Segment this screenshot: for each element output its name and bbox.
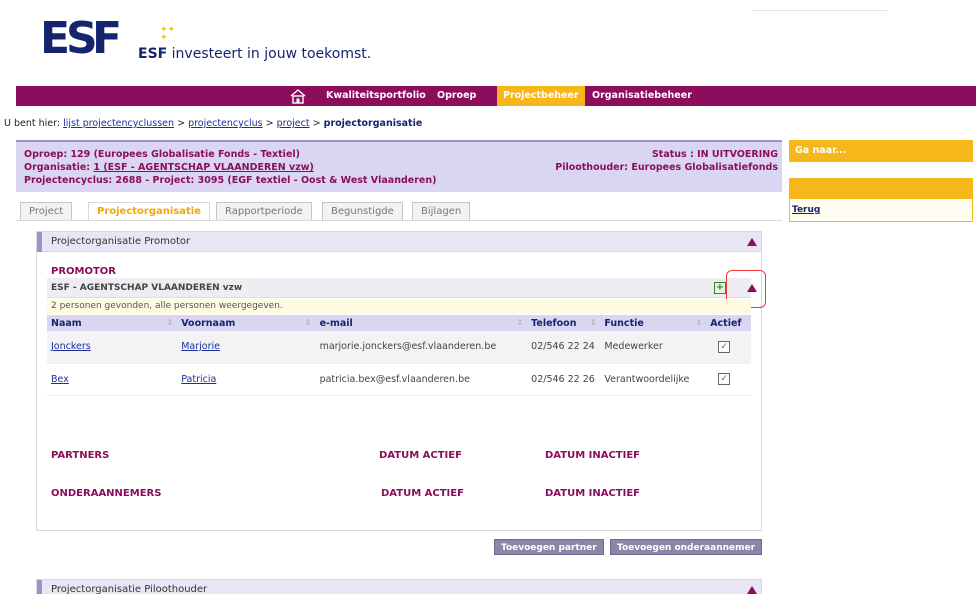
eu-stars-icon: ✦✦ ✦ (160, 25, 176, 43)
person-email: patricia.bex@esf.vlaanderen.be (315, 363, 528, 396)
logo-letter-s: S (66, 13, 98, 64)
organisation-header: ESF - AGENTSCHAP VLAANDEREN vzw + (47, 278, 757, 298)
tab-projectorganisatie[interactable]: Projectorganisatie (88, 202, 210, 222)
info-oproep: Oproep: 129 (Europees Globalisatie Fonds… (24, 149, 300, 160)
col-voornaam[interactable]: Voornaam ⇕ (177, 315, 316, 331)
actief-checkbox[interactable]: ✓ (718, 373, 731, 385)
breadcrumb-project[interactable]: project (277, 118, 310, 129)
partners-datum-inactief: DATUM INACTIEF (545, 450, 641, 461)
col-functie[interactable]: Functie ⇕ (600, 315, 707, 331)
person-voornaam-link[interactable]: Patricia (181, 374, 216, 385)
home-icon[interactable] (290, 89, 306, 104)
ga-naar-dropdown[interactable]: Ga naar... (789, 140, 973, 162)
panel-piloothouder: Projectorganisatie Piloothouder (36, 579, 762, 594)
person-functie: Medewerker (600, 331, 707, 364)
page-header: E S F ✦✦ ✦ ESF investeert in jouw toekoms… (0, 0, 978, 84)
panel2-title: Projectorganisatie Piloothouder (51, 584, 208, 594)
tagline: ESF investeert in jouw toekomst. (138, 46, 372, 62)
sort-icon: ⇕ (304, 317, 312, 327)
breadcrumb-current: projectorganisatie (323, 118, 423, 129)
table-row: Jonckers Marjorie marjorie.jonckers@esf.… (47, 331, 751, 364)
col-email[interactable]: e-mail ⇕ (315, 315, 528, 331)
info-projectencyclus: Projectencyclus: 2688 - Project: 3095 (E… (24, 175, 437, 186)
tab-rapportperiode[interactable]: Rapportperiode (216, 202, 312, 222)
logo-letter-e: E (40, 13, 70, 64)
project-info-box: Oproep: 129 (Europees Globalisatie Fonds… (16, 140, 782, 192)
esf-logo[interactable]: E S F ✦✦ ✦ (40, 13, 175, 64)
terug-link[interactable]: Terug (792, 205, 820, 215)
add-subcontractor-button[interactable]: Toevoegen onderaannemer (610, 539, 763, 555)
sidebar-actions: Terug (789, 178, 973, 222)
persons-table: Naam ⇕ Voornaam ⇕ e-mail ⇕ Telefoon ⇕ Functi… (47, 315, 751, 396)
collapse-panel-icon[interactable] (747, 238, 757, 246)
sort-icon: ⇕ (516, 317, 524, 327)
organisation-name: ESF - AGENTSCHAP VLAANDEREN vzw (51, 283, 243, 293)
collapse-panel2-icon[interactable] (747, 586, 757, 594)
panel-header: Projectorganisatie Promotor (37, 232, 761, 252)
panel-promotor: Projectorganisatie Promotor PROMOTOR ESF… (36, 231, 766, 531)
breadcrumb-projectencyclus[interactable]: projectencyclus (188, 118, 263, 129)
logo-letter-f: F (92, 13, 122, 64)
sort-icon: ⇕ (695, 317, 703, 327)
panel-title: Projectorganisatie Promotor (51, 236, 191, 247)
col-naam[interactable]: Naam ⇕ (47, 315, 178, 331)
person-telefoon: 02/546 22 24 (527, 331, 601, 364)
person-email: marjorie.jonckers@esf.vlaanderen.be (315, 331, 528, 364)
tab-project[interactable]: Project (20, 202, 73, 222)
info-organisatie: Organisatie: 1 (ESF - AGENTSCHAP VLAANDE… (24, 162, 314, 173)
result-count: 2 personen gevonden, alle personen weerg… (47, 299, 751, 314)
nav-projectbeheer[interactable]: Projectbeheer (497, 86, 585, 106)
nav-oproep[interactable]: Oproep (431, 86, 482, 106)
add-person-icon[interactable]: + (714, 282, 726, 294)
header-divider (752, 10, 887, 11)
sort-icon: ⇕ (589, 317, 597, 327)
col-telefoon[interactable]: Telefoon ⇕ (527, 315, 601, 331)
actief-checkbox[interactable]: ✓ (718, 340, 731, 353)
person-voornaam-link[interactable]: Marjorie (181, 341, 220, 352)
sort-icon: ⇕ (166, 317, 174, 327)
table-row: Bex Patricia patricia.bex@esf.vlaanderen… (47, 363, 751, 396)
info-status: Status : IN UITVOERING (651, 149, 778, 160)
person-functie: Verantwoordelijke (600, 363, 707, 396)
col-actief[interactable]: Actief (706, 315, 751, 331)
partners-heading: PARTNERS (51, 450, 110, 461)
onderaannemers-datum-inactief: DATUM INACTIEF (545, 488, 641, 499)
partners-datum-actief: DATUM ACTIEF (379, 450, 462, 461)
person-naam-link[interactable]: Bex (51, 374, 69, 385)
organisatie-link[interactable]: 1 (ESF - AGENTSCHAP VLAANDEREN vzw) (93, 162, 313, 173)
add-partner-button[interactable]: Toevoegen partner (494, 539, 604, 555)
tab-bijlagen[interactable]: Bijlagen (412, 202, 471, 222)
person-telefoon: 02/546 22 26 (527, 363, 601, 396)
info-piloothouder: Piloothouder: Europees Globalisatiefonds (555, 162, 778, 173)
nav-organisatiebeheer[interactable]: Organisatiebeheer (586, 86, 698, 106)
onderaannemers-heading: ONDERAANNEMERS (51, 488, 162, 499)
person-naam-link[interactable]: Jonckers (51, 341, 91, 352)
promotor-heading: PROMOTOR (51, 266, 117, 277)
nav-kwaliteitsportfolio[interactable]: Kwaliteitsportfolio (320, 86, 432, 106)
breadcrumb-lijst[interactable]: lijst projectencyclussen (63, 118, 174, 129)
tab-begunstigde[interactable]: Begunstigde (322, 202, 403, 222)
tab-content: Projectorganisatie Promotor PROMOTOR ESF… (16, 220, 782, 594)
breadcrumb: U bent hier: lijst projectencyclussen > … (4, 118, 423, 129)
main-nav: Kwaliteitsportfolio Oproep Projectbeheer… (16, 86, 976, 106)
onderaannemers-datum-actief: DATUM ACTIEF (381, 488, 464, 499)
